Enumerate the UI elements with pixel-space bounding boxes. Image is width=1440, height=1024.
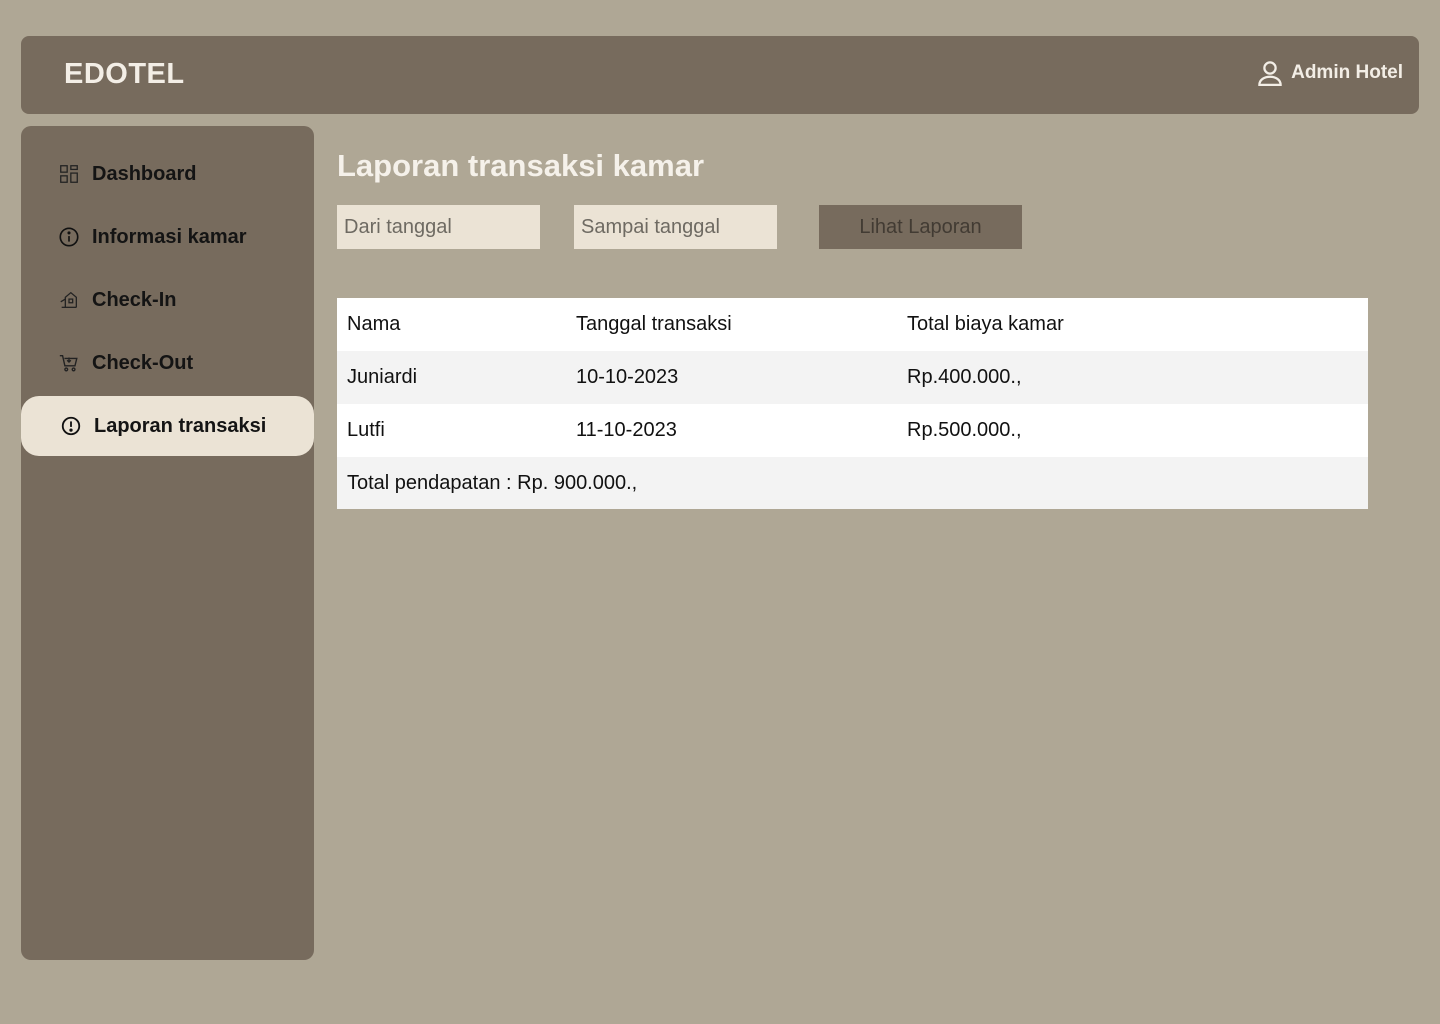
table-cell: Rp.400.000., [907,366,1022,388]
user-icon [1258,61,1282,86]
sidebar-item-label: Check-Out [92,351,194,374]
table-cell: Rp.500.000., [907,419,1022,441]
brand-logo[interactable]: EDOTEL [64,58,185,91]
cart-icon [59,354,78,372]
from-date-input[interactable] [337,205,540,249]
grid-icon [60,165,78,183]
to-date-input[interactable] [574,205,777,249]
sidebar-item-label: Dashboard [92,162,197,185]
user-name: Admin Hotel [1291,62,1403,83]
user-menu[interactable]: Admin Hotel [1255,58,1403,88]
sidebar-item-check-out[interactable]: Check-Out [21,333,314,393]
info-icon [59,227,79,247]
transaction-table: Nama Tanggal transaksi Total biaya kamar… [337,298,1368,509]
sidebar-item-laporan-transaksi[interactable]: Laporan transaksi [21,396,314,456]
sidebar-item-informasi-kamar[interactable]: Informasi kamar [21,207,314,267]
page-title: Laporan transaksi kamar [337,148,705,183]
top-bar: EDOTEL Admin Hotel [21,36,1419,114]
sidebar-item-label: Laporan transaksi [94,414,267,437]
alert-circle-icon [61,416,81,436]
sidebar-item-dashboard[interactable]: Dashboard [21,144,314,204]
sidebar-item-check-in[interactable]: Check-In [21,270,314,330]
total-revenue: Total pendapatan : Rp. 900.000., [347,471,638,494]
view-report-button[interactable]: Lihat Laporan [819,205,1022,249]
column-header: Tanggal transaksi [576,313,732,335]
column-header: Nama [347,313,401,335]
column-header: Total biaya kamar [907,313,1064,335]
sidebar-item-label: Check-In [92,288,177,311]
table-cell: 10-10-2023 [576,366,679,388]
table-header-row: Nama Tanggal transaksi Total biaya kamar [337,298,1368,351]
table-cell: Lutfi [347,419,385,441]
table-row: Juniardi 10-10-2023 Rp.400.000., [337,351,1368,404]
sidebar-item-label: Informasi kamar [92,225,247,248]
table-cell: 11-10-2023 [576,419,677,441]
sidebar: Dashboard Informasi kamar Check-In Check… [21,126,314,960]
check-in-icon [60,291,77,308]
table-total-row: Total pendapatan : Rp. 900.000., [337,457,1368,509]
table-row: Lutfi 11-10-2023 Rp.500.000., [337,404,1368,457]
table-cell: Juniardi [347,366,418,388]
